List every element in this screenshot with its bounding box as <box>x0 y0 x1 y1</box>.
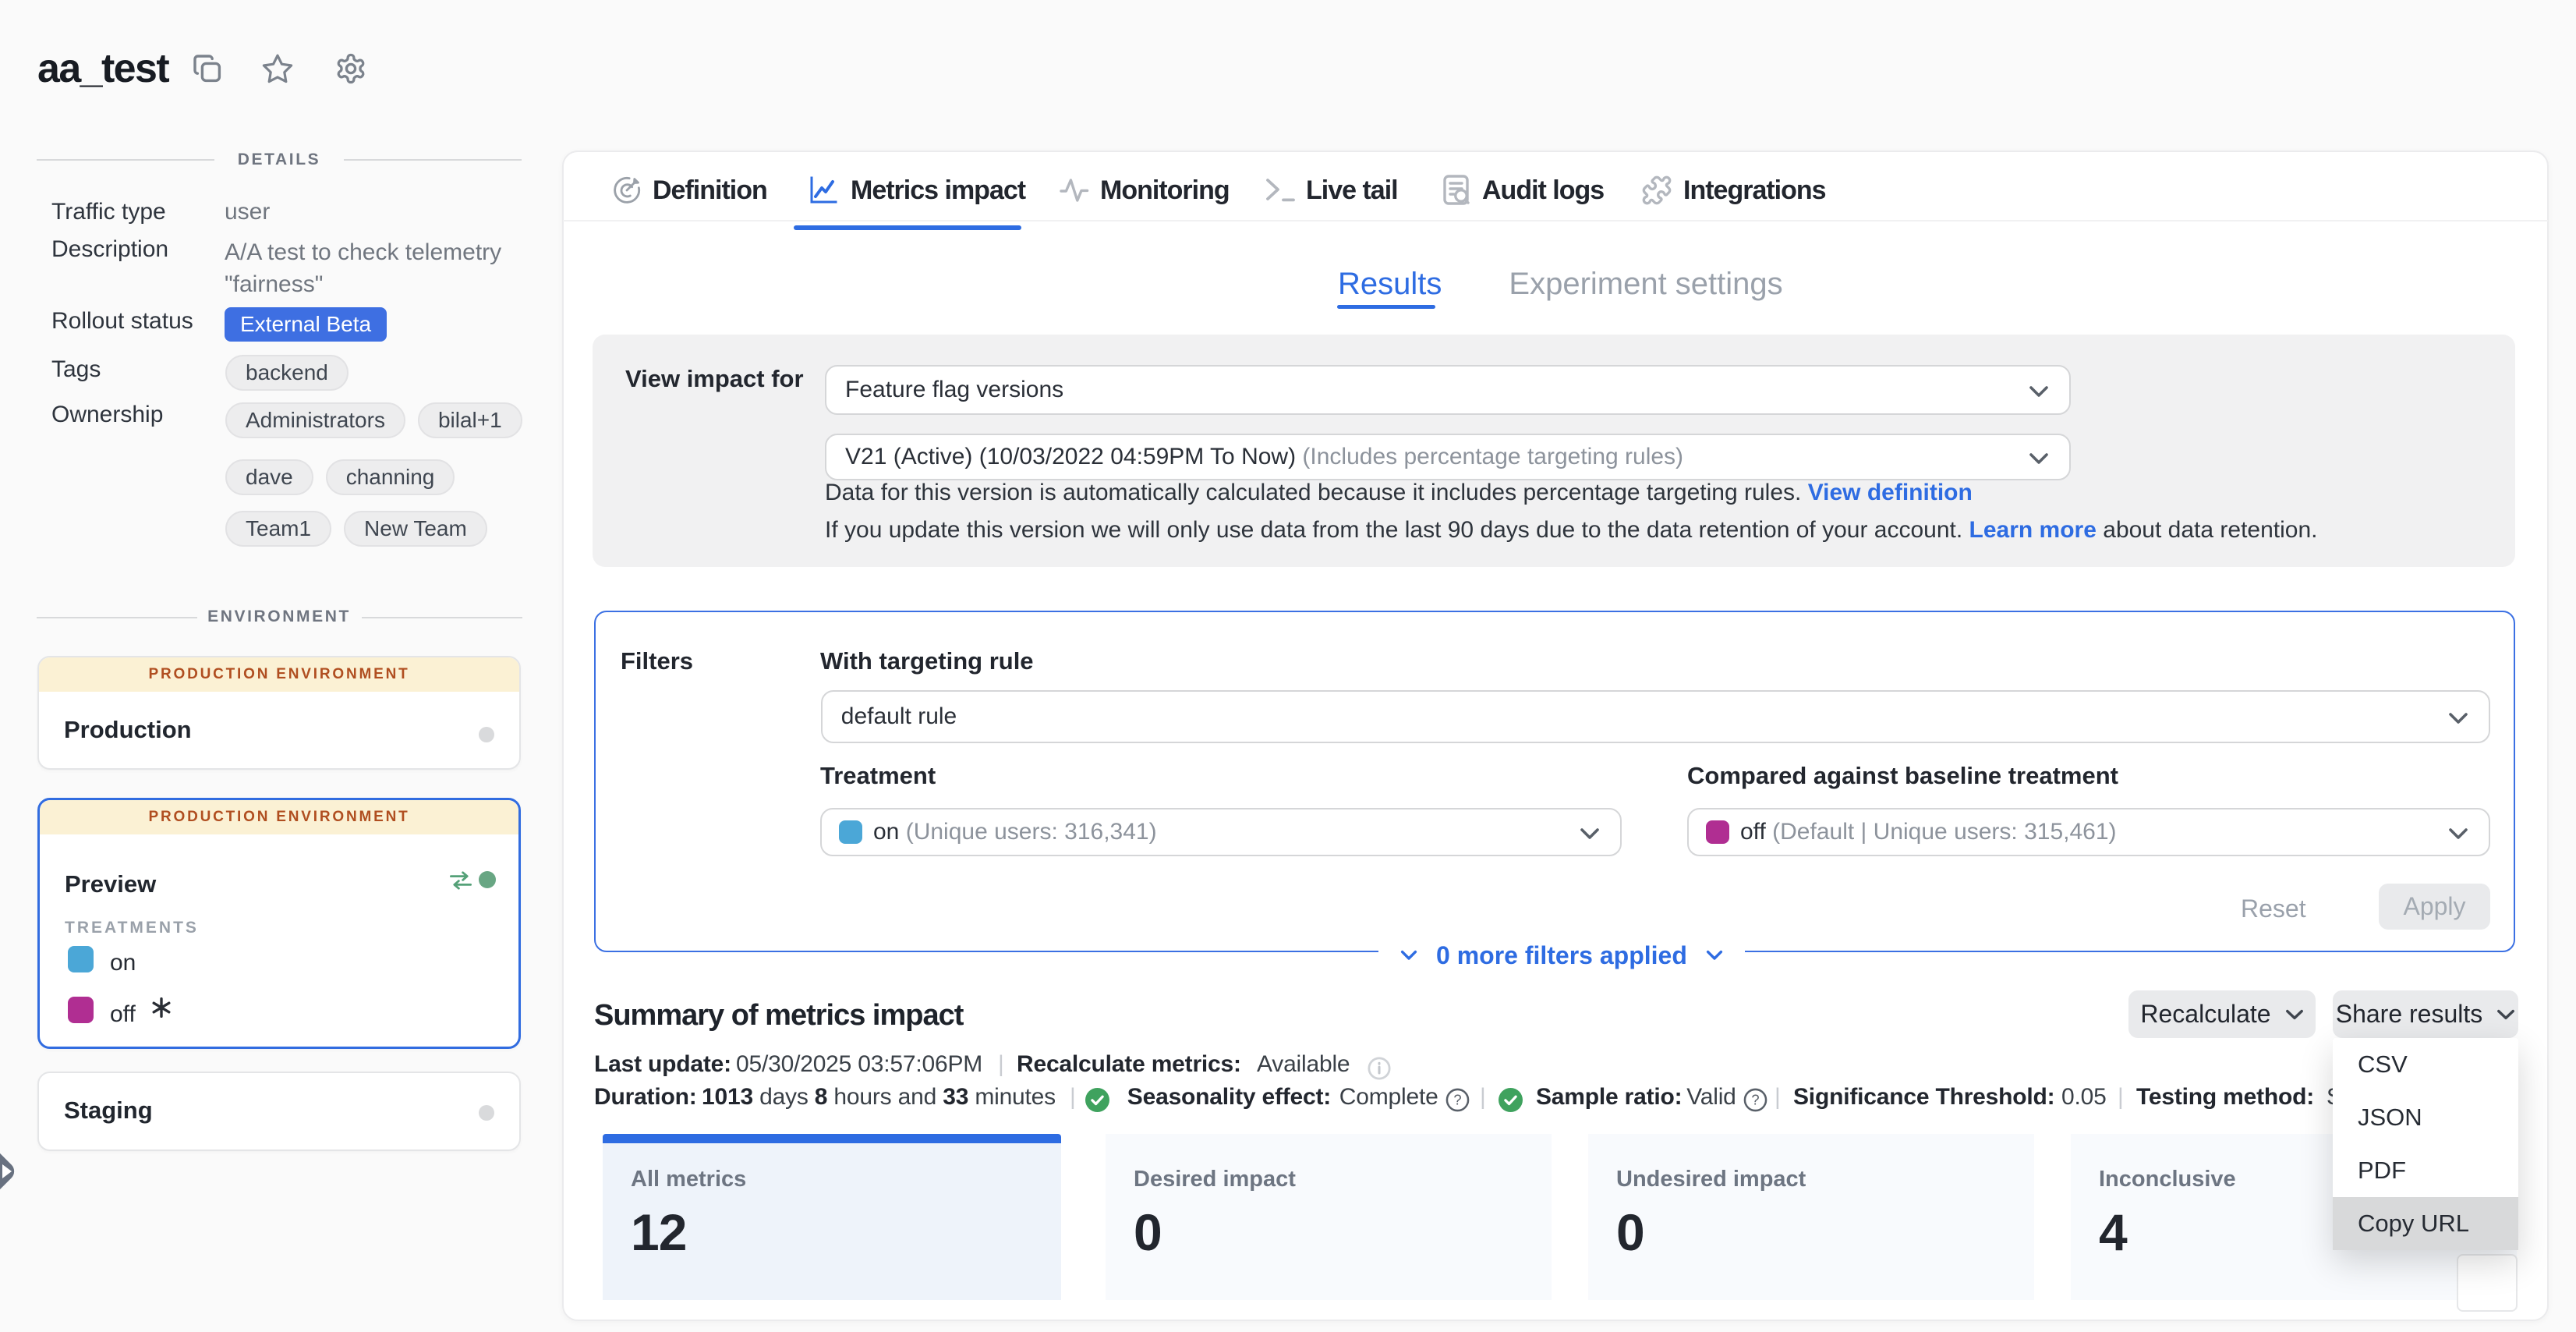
svg-text:?: ? <box>1453 1091 1461 1107</box>
svg-text:?: ? <box>1751 1091 1759 1107</box>
